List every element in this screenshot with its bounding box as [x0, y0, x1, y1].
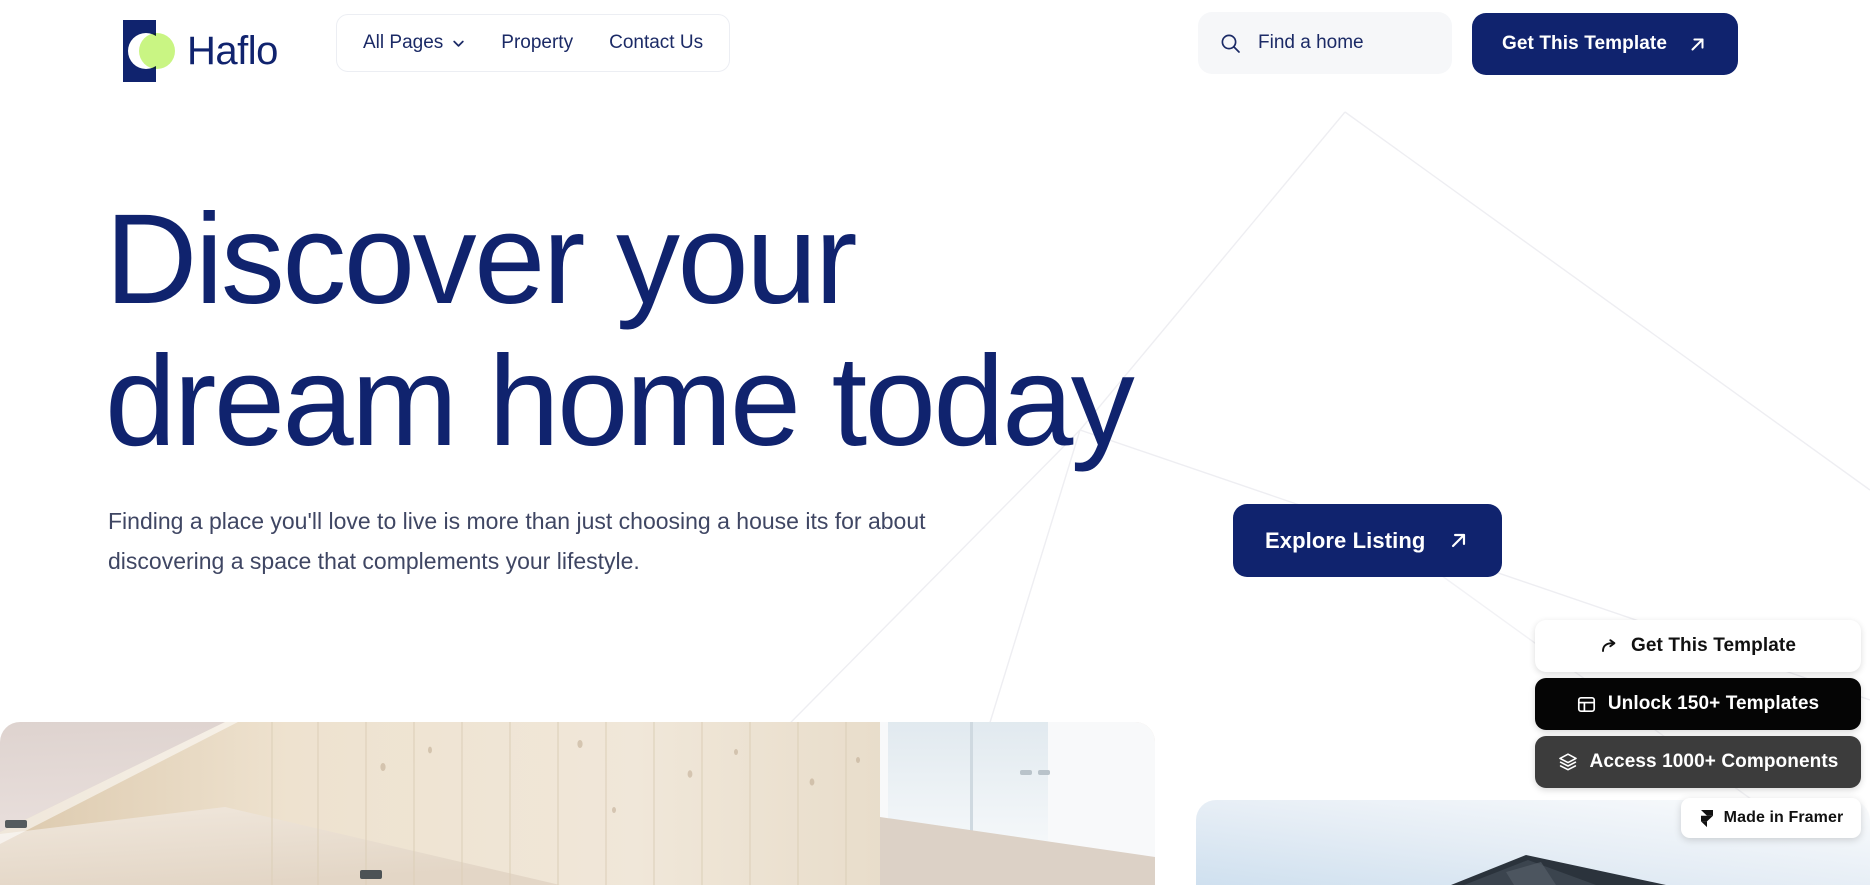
badge-label: Get This Template: [1631, 635, 1796, 656]
chevron-down-icon: [453, 40, 464, 47]
nav-item-label: Contact Us: [609, 32, 704, 53]
hero-subtext: Finding a place you'll love to live is m…: [108, 508, 926, 574]
badge-made-in-framer[interactable]: Made in Framer: [1681, 798, 1861, 838]
page-root: Haflo All Pages Property Contact Us Find…: [0, 0, 1870, 885]
brand-logo[interactable]: Haflo: [123, 20, 278, 82]
nav-item-label: All Pages: [363, 32, 444, 53]
nav-item-property[interactable]: Property: [501, 32, 573, 54]
arrow-up-right-icon: [1452, 533, 1466, 548]
arrow-up-right-icon: [1691, 38, 1704, 50]
badge-get-this-template[interactable]: Get This Template: [1535, 620, 1861, 672]
site-header: Haflo All Pages Property Contact Us Find…: [0, 0, 1870, 100]
badge-unlock-templates[interactable]: Unlock 150+ Templates: [1535, 678, 1861, 730]
share-arrow-icon: [1600, 637, 1619, 656]
search-placeholder-text: Find a home: [1258, 32, 1364, 53]
headline-line-2: dream home today: [105, 330, 1135, 473]
nav-item-all-pages[interactable]: All Pages: [363, 32, 465, 54]
explore-listing-label: Explore Listing: [1265, 527, 1426, 553]
explore-listing-button[interactable]: Explore Listing: [1233, 504, 1503, 577]
search-icon: [1221, 34, 1240, 53]
framer-badge-stack: Get This Template Unlock 150+ Templates: [1535, 620, 1861, 838]
badge-label: Made in Framer: [1723, 809, 1844, 826]
headline-line-1: Discover your: [105, 188, 857, 331]
main-navigation: All Pages Property Contact Us: [336, 14, 731, 72]
badge-label: Unlock 150+ Templates: [1607, 693, 1820, 714]
brand-name: Haflo: [187, 29, 278, 73]
search-input[interactable]: Find a home: [1198, 12, 1452, 74]
badge-label: Access 1000+ Components: [1589, 751, 1839, 772]
header-get-template-button[interactable]: Get This Template: [1472, 13, 1738, 75]
nav-item-contact-us[interactable]: Contact Us: [609, 32, 703, 54]
header-cta-label: Get This Template: [1502, 33, 1667, 54]
layout-grid-icon: [1577, 695, 1596, 714]
framer-logo-icon: [1699, 809, 1715, 828]
layers-stack-icon: [1558, 752, 1578, 772]
badge-access-components[interactable]: Access 1000+ Components: [1535, 736, 1861, 788]
page-title: Discover your dream home today: [105, 196, 1225, 466]
nav-item-label: Property: [501, 32, 574, 53]
haflo-logo-mark: [123, 20, 175, 82]
